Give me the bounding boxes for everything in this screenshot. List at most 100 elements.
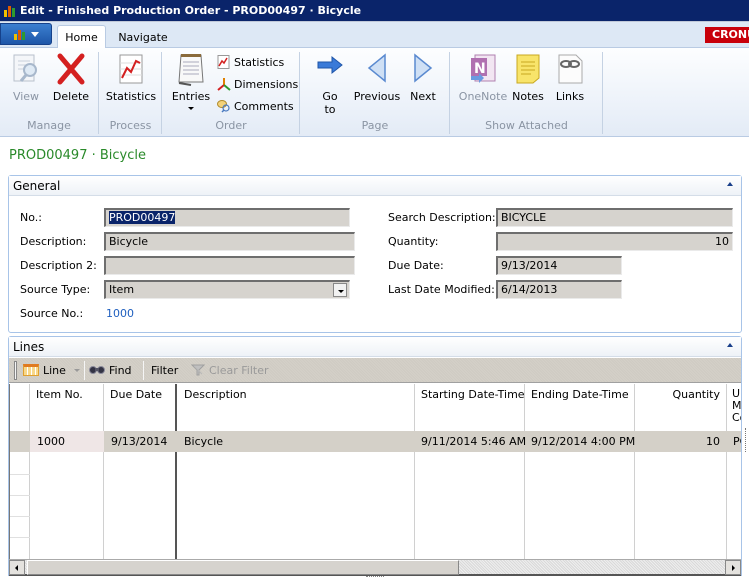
column-header-unit-of-measure[interactable]: Ur Me Co <box>732 388 741 424</box>
statistics-order-button[interactable]: Statistics <box>217 55 284 69</box>
column-header-starting-date-time[interactable]: Starting Date-Time <box>421 388 525 401</box>
cell-item-no[interactable]: 1000 <box>37 435 65 448</box>
cell-starting-date-time[interactable]: 9/11/2014 5:46 AM <box>421 435 526 448</box>
next-button[interactable]: Next <box>406 52 440 103</box>
delete-x-icon <box>55 52 87 86</box>
panel-resize-grip[interactable] <box>366 576 384 578</box>
scroll-right-button[interactable] <box>725 560 741 575</box>
scroll-left-button[interactable] <box>9 560 25 575</box>
search-description-label: Search Description: <box>388 211 496 224</box>
delete-button[interactable]: Delete <box>52 52 90 103</box>
last-date-modified-label: Last Date Modified: <box>388 283 495 296</box>
chain-link-icon <box>554 52 586 86</box>
due-date-field[interactable]: 9/13/2014 <box>496 256 622 275</box>
find-button[interactable]: Find <box>89 358 132 382</box>
column-header-item-no[interactable]: Item No. <box>36 388 83 401</box>
general-header-label: General <box>13 178 61 193</box>
quantity-field[interactable]: 10 <box>496 232 733 251</box>
application-menu-button[interactable] <box>0 23 52 45</box>
no-field[interactable]: PROD00497 <box>104 208 350 227</box>
comments-button[interactable]: Comments <box>217 99 294 113</box>
cell-quantity[interactable]: 10 <box>635 435 720 448</box>
window-titlebar: Edit - Finished Production Order - PROD0… <box>0 0 749 22</box>
notes-button[interactable]: Notes <box>511 52 545 103</box>
column-header-ending-date-time[interactable]: Ending Date-Time <box>531 388 629 401</box>
collapse-chevron-up-icon[interactable] <box>727 182 733 186</box>
tab-navigate[interactable]: Navigate <box>112 25 174 49</box>
goto-label-line2: to <box>324 103 336 116</box>
column-header-quantity[interactable]: Quantity <box>635 388 720 401</box>
cell-due-date[interactable]: 9/13/2014 <box>111 435 167 448</box>
entries-label: Entries <box>171 90 211 103</box>
source-type-select[interactable]: Item <box>104 280 350 299</box>
description2-label: Description 2: <box>20 259 97 272</box>
group-label-order: Order <box>215 119 247 132</box>
clear-filter-button[interactable]: Clear Filter <box>190 358 269 382</box>
line-menu-label: Line <box>43 363 66 377</box>
statistics-process-button[interactable]: Statistics <box>106 52 156 103</box>
toolbar-separator <box>143 361 144 380</box>
cell-ending-date-time[interactable]: 9/12/2014 4:00 PM <box>531 435 635 448</box>
arrow-right-icon <box>732 565 735 571</box>
window-title: Edit - Finished Production Order - PROD0… <box>20 4 362 17</box>
source-no-label: Source No.: <box>20 307 84 320</box>
ribbon-group-show-attached: N OneNote Notes Links Show Attached <box>451 52 603 134</box>
scrollbar-thumb[interactable] <box>27 560 459 575</box>
lines-fasttab: Lines Line Find Filter Clear Filter Item… <box>8 336 742 576</box>
tab-home[interactable]: Home <box>57 25 106 49</box>
company-badge: CRONUS <box>705 27 749 43</box>
dimensions-axes-icon <box>217 77 231 91</box>
source-no-link[interactable]: 1000 <box>106 307 134 320</box>
horizontal-scrollbar[interactable] <box>9 559 741 576</box>
group-label-manage: Manage <box>27 119 71 132</box>
no-value: PROD00497 <box>109 211 176 224</box>
dimensions-button[interactable]: Dimensions <box>217 77 298 91</box>
general-fasttab-header[interactable]: General <box>9 176 741 196</box>
chevron-down-icon <box>188 107 194 110</box>
description-field[interactable]: Bicycle <box>104 232 355 251</box>
links-button[interactable]: Links <box>553 52 587 103</box>
group-label-show-attached: Show Attached <box>485 119 568 132</box>
comments-label: Comments <box>234 99 294 113</box>
collapse-chevron-up-icon[interactable] <box>727 343 733 347</box>
description2-field[interactable] <box>104 256 355 275</box>
row-selector-column <box>10 384 30 559</box>
goto-label-line1: Go <box>322 90 338 103</box>
view-button[interactable]: View <box>8 52 44 103</box>
lines-fasttab-header[interactable]: Lines <box>9 337 741 357</box>
ribbon-group-order: Entries Statistics Dimensions Comments O… <box>163 52 300 134</box>
lines-toolbar: Line Find Filter Clear Filter <box>9 358 741 383</box>
ribbon-group-process: Statistics Process <box>100 52 162 134</box>
line-grid-icon <box>23 364 39 376</box>
chevron-down-icon <box>73 368 80 372</box>
cell-description[interactable]: Bicycle <box>184 435 223 448</box>
cell-unit-of-measure[interactable]: PC <box>733 435 741 448</box>
dropdown-arrow-icon[interactable] <box>333 283 347 297</box>
line-menu-button[interactable]: Line <box>23 358 80 382</box>
onenote-button[interactable]: N OneNote <box>459 52 507 103</box>
search-description-field[interactable]: BICYCLE <box>496 208 733 227</box>
statistics-chart-icon <box>217 55 231 69</box>
unit-header-line3: Co <box>732 411 741 424</box>
notes-label: Notes <box>512 90 544 103</box>
view-document-icon <box>10 52 42 86</box>
column-header-description[interactable]: Description <box>184 388 247 401</box>
entries-button[interactable]: Entries <box>171 52 211 110</box>
due-date-label: Due Date: <box>388 259 444 272</box>
filter-button[interactable]: Filter <box>151 358 178 382</box>
view-label: View <box>12 90 40 103</box>
onenote-icon: N <box>467 52 499 86</box>
toolbar-grip[interactable] <box>14 361 17 380</box>
column-header-due-date[interactable]: Due Date <box>110 388 162 401</box>
statistics-chart-icon <box>115 52 147 86</box>
starting-date-time-column <box>415 384 525 559</box>
previous-button[interactable]: Previous <box>353 52 401 103</box>
source-type-label: Source Type: <box>20 283 91 296</box>
triangle-left-icon <box>361 52 393 86</box>
column-resize-grip[interactable] <box>745 428 747 452</box>
description-label: Description: <box>20 235 87 248</box>
last-date-modified-field[interactable]: 6/14/2013 <box>496 280 622 299</box>
triangle-right-icon <box>407 52 439 86</box>
goto-button[interactable]: Go to <box>315 52 345 116</box>
no-label: No.: <box>20 211 42 224</box>
